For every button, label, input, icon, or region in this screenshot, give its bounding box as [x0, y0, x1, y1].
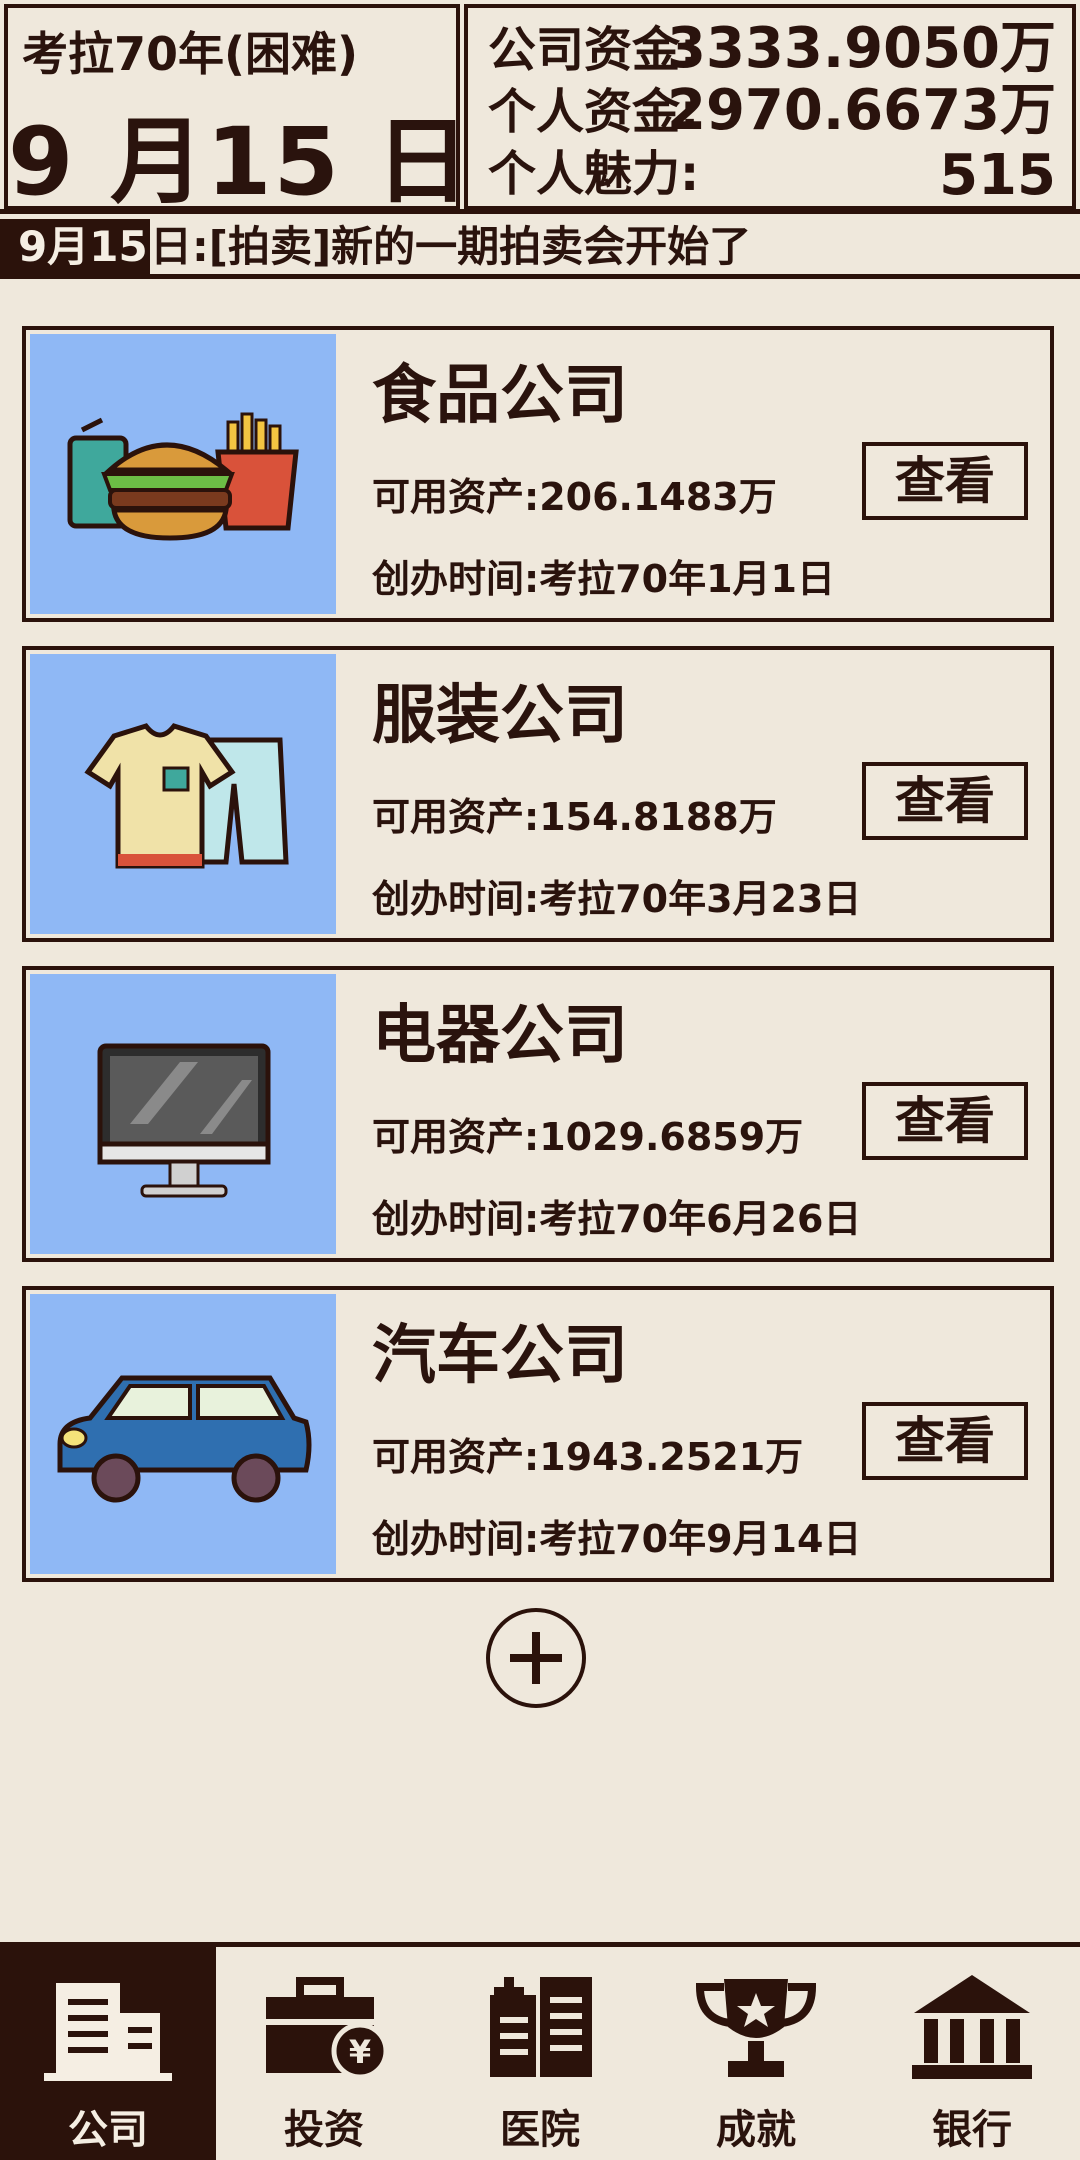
clothing-company-image: [30, 654, 336, 934]
clothing-icon: [84, 723, 289, 869]
company-card-car: 汽车公司 可用资产:1943.2521万 创办时间:考拉70年9月14日 查看: [22, 1286, 1054, 1582]
company-founded-date: 创办时间:考拉70年9月14日: [372, 1517, 862, 1561]
food-icon: [67, 412, 299, 541]
company-founded-date: 创办时间:考拉70年1月1日: [372, 557, 835, 601]
ticker-date: 9月15: [0, 219, 150, 275]
personal-funds-row: 个人资金: 2970.6673万: [488, 78, 1056, 143]
company-assets: 可用资产:206.1483万: [372, 475, 777, 519]
company-assets: 可用资产:1029.6859万: [372, 1115, 804, 1159]
date-panel: 考拉70年(困难) 9 月15 日: [4, 4, 470, 217]
company-name: 电器公司: [372, 999, 628, 1073]
car-icon: [57, 1375, 312, 1503]
svg-text:¥: ¥: [349, 2033, 371, 2071]
company-card-electronics: 电器公司 可用资产:1029.6859万 创办时间:考拉70年6月26日 查看: [22, 966, 1054, 1262]
bank-icon: [912, 1975, 1032, 2079]
electronics-company-image: [30, 974, 336, 1254]
nav-item-achievements[interactable]: 成就: [648, 1947, 864, 2160]
view-button[interactable]: 查看: [862, 762, 1028, 840]
company-assets: 可用资产:154.8188万: [372, 795, 777, 839]
nav-label: 投资: [284, 2107, 364, 2153]
company-name: 汽车公司: [372, 1319, 628, 1393]
office-building-icon: [44, 1983, 172, 2081]
company-card-clothing: 服装公司 可用资产:154.8188万 创办时间:考拉70年3月23日 查看: [22, 646, 1054, 942]
nav-item-investment[interactable]: ¥ 投资: [216, 1947, 432, 2160]
add-company-button[interactable]: [486, 1608, 586, 1708]
nav-item-bank[interactable]: 银行: [864, 1947, 1080, 2160]
current-date: 9 月15 日: [8, 108, 472, 217]
personal-funds-value: 2970.6673万: [667, 78, 1056, 143]
company-assets: 可用资产:1943.2521万: [372, 1435, 804, 1479]
news-ticker: 9月15 日:[拍卖]新的一期拍卖会开始了: [0, 219, 1080, 279]
header: 考拉70年(困难) 9 月15 日 公司资金: 3333.9050万 个人资金:…: [0, 0, 1080, 217]
nav-label: 银行: [932, 2107, 1012, 2153]
charm-label: 个人魅力:: [488, 146, 700, 202]
funds-panel: 公司资金: 3333.9050万 个人资金: 2970.6673万 个人魅力: …: [464, 4, 1076, 210]
company-founded-date: 创办时间:考拉70年6月26日: [372, 1197, 862, 1241]
company-name: 食品公司: [372, 359, 628, 433]
view-button[interactable]: 查看: [862, 1402, 1028, 1480]
ticker-message: 日:[拍卖]新的一期拍卖会开始了: [150, 222, 752, 271]
car-company-image: [30, 1294, 336, 1574]
company-name: 服装公司: [372, 679, 628, 753]
view-button[interactable]: 查看: [862, 1082, 1028, 1160]
computer-icon: [97, 1043, 271, 1198]
nav-label: 成就: [716, 2107, 796, 2153]
hospital-icon: [490, 1977, 592, 2077]
charm-value: 515: [939, 143, 1056, 208]
nav-label: 医院: [500, 2107, 580, 2153]
charm-row: 个人魅力: 515: [488, 142, 1056, 208]
trophy-icon: [695, 1979, 817, 2077]
bottom-nav: 公司 ¥ 投资 医院 成就 银行: [0, 1942, 1080, 2160]
year-label: 考拉70年(困难): [22, 27, 359, 81]
nav-label: 公司: [68, 2107, 148, 2153]
food-company-image: [30, 334, 336, 614]
company-founded-date: 创办时间:考拉70年3月23日: [372, 877, 862, 921]
nav-item-hospital[interactable]: 医院: [432, 1947, 648, 2160]
briefcase-yen-icon: ¥: [266, 1977, 388, 2080]
nav-item-company[interactable]: 公司: [0, 1947, 216, 2160]
view-button[interactable]: 查看: [862, 442, 1028, 520]
company-card-food: 食品公司 可用资产:206.1483万 创办时间:考拉70年1月1日 查看: [22, 326, 1054, 622]
